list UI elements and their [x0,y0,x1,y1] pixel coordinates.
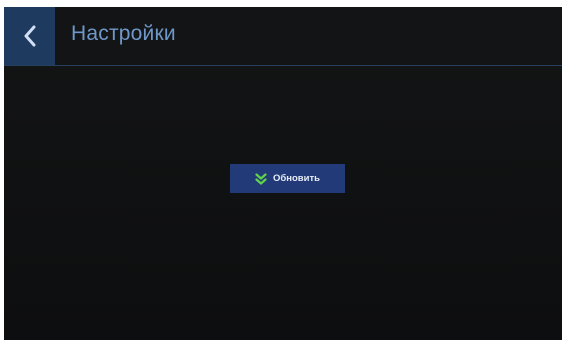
update-button-label: Обновить [273,173,320,184]
chevron-left-icon [23,25,37,47]
double-chevron-down-icon [255,172,267,185]
settings-screen: Настройки Обновить [4,7,562,340]
page-title: Настройки [71,22,176,45]
device-frame: Настройки Обновить [0,0,568,344]
update-button[interactable]: Обновить [230,164,345,193]
header-bar: Настройки [4,7,562,66]
back-button[interactable] [4,7,55,65]
